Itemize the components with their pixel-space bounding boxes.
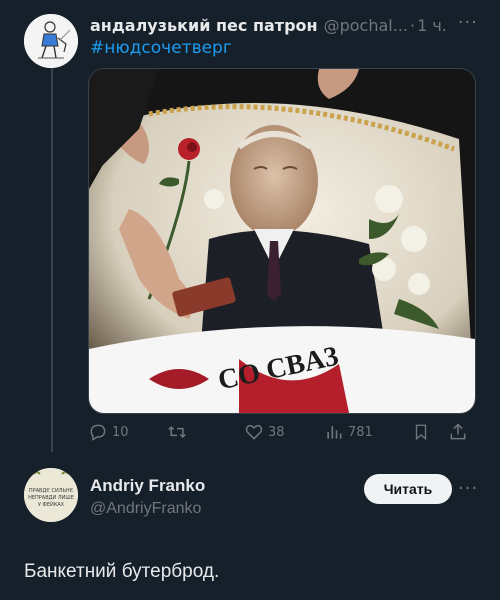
thread-connector-line (51, 68, 53, 452)
retweet-icon (168, 425, 186, 439)
like-button[interactable]: 38 (244, 422, 324, 442)
share-button[interactable] (448, 422, 472, 442)
reply-body-text: Банкетний бутерброд. (24, 561, 220, 582)
avatar-text-line-1: ПРАВДЄ СИЛЬНЄ (29, 488, 74, 494)
author-handle[interactable]: @pochal... (324, 16, 408, 35)
reply-count: 10 (112, 424, 129, 440)
heart-icon (245, 424, 263, 440)
reply-author-handle[interactable]: @AndriyFranko (90, 500, 201, 518)
reply-more-options-icon[interactable]: ··· (458, 478, 478, 499)
post-media-image[interactable]: CO CBA3 (88, 68, 476, 414)
funeral-photo: CO CBA3 (89, 69, 475, 413)
like-count: 38 (268, 424, 285, 440)
reply-button[interactable]: 10 (88, 422, 166, 442)
share-icon (450, 423, 466, 440)
analytics-icon (327, 426, 342, 439)
follow-button[interactable]: Читать (364, 474, 452, 504)
author-avatar[interactable] (24, 14, 78, 68)
bookmark-button[interactable] (412, 422, 448, 442)
cartoon-figure-avatar-image (24, 14, 78, 68)
text-card-avatar-image: ПРАВДЄ СИЛЬНЄ НЕПРАВДИ ЛИШЕ У ФЕЙКАХ (24, 468, 78, 522)
post-header: андалузький пес патрон @pochal... · 1 ч.… (90, 12, 488, 38)
retweet-button[interactable] (166, 422, 244, 442)
avatar-text-line-3: У ФЕЙКАХ (38, 501, 65, 508)
view-count: 781 (348, 424, 373, 440)
post-action-bar: 10 38 781 (88, 418, 483, 446)
reply-author-avatar[interactable]: ПРАВДЄ СИЛЬНЄ НЕПРАВДИ ЛИШЕ У ФЕЙКАХ (24, 468, 78, 522)
reply-icon (90, 424, 106, 441)
more-options-icon[interactable]: ··· (458, 12, 478, 33)
reply-author-name[interactable]: Andriy Franko (90, 476, 205, 496)
avatar-text-line-2: НЕПРАВДИ ЛИШЕ (28, 495, 74, 501)
author-display-name[interactable]: андалузький пес патрон (90, 16, 318, 35)
views-button[interactable]: 781 (324, 422, 412, 442)
hashtag-link[interactable]: #нюдсочетверг (90, 38, 232, 58)
bookmark-icon (415, 424, 427, 441)
separator-dot: · (409, 15, 416, 35)
post-timestamp[interactable]: 1 ч. (417, 16, 447, 35)
